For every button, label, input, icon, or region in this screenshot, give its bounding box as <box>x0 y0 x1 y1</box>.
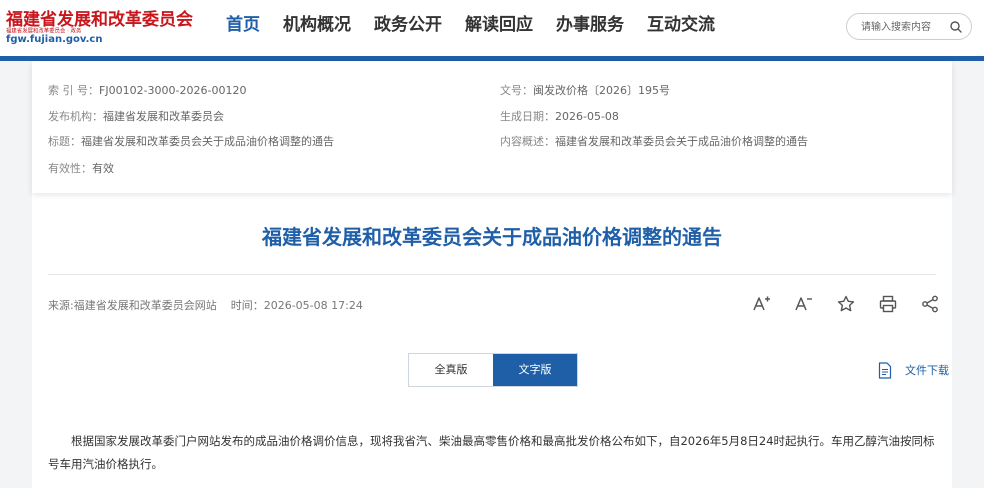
site-logo[interactable]: 福建省发展和改革委员会 福建省发展和改革委员会 · 政务 fgw.fujian.… <box>6 5 202 45</box>
search-icon[interactable] <box>949 20 963 34</box>
meta-index: 索 引 号：FJ00102-3000-2026-00120 <box>48 84 247 97</box>
time-label: 时间： <box>230 299 264 312</box>
publish-time: 2026-05-08 17:24 <box>263 299 363 312</box>
search-box <box>846 13 972 40</box>
font-increase-icon[interactable] <box>751 294 771 314</box>
meta-summary: 内容概述：福建省发展和改革委员会关于成品油价格调整的通告 <box>500 135 808 148</box>
share-icon[interactable] <box>920 294 940 314</box>
nav-interaction[interactable]: 互动交流 <box>647 12 715 38</box>
nav-public-affairs[interactable]: 政务公开 <box>374 12 442 38</box>
file-download-label: 文件下载 <box>905 364 949 377</box>
article-source: 来源:福建省发展和改革委员会网站 <box>48 299 217 312</box>
search-input[interactable] <box>861 20 945 34</box>
font-decrease-icon[interactable] <box>793 294 813 314</box>
main-nav: 首页 机构概况 政务公开 解读回应 办事服务 互动交流 <box>226 12 738 38</box>
logo-subtitle: 福建省发展和改革委员会 · 政务 <box>6 27 82 35</box>
logo-url: fgw.fujian.gov.cn <box>6 34 103 45</box>
site-header: 福建省发展和改革委员会 福建省发展和改革委员会 · 政务 fgw.fujian.… <box>0 0 984 56</box>
tab-full-version[interactable]: 全真版 <box>409 354 493 386</box>
file-download-link[interactable]: 文件下载 <box>878 360 949 380</box>
tab-text-version[interactable]: 文字版 <box>493 354 577 386</box>
article-title: 福建省发展和改革委员会关于成品油价格调整的通告 <box>262 225 722 249</box>
meta-date: 生成日期：2026-05-08 <box>500 110 619 123</box>
favorite-star-icon[interactable] <box>836 294 856 314</box>
article-body: 根据国家发展改革委门户网站发布的成品油价格调价信息，现将我省汽、柴油最高零售价格… <box>48 434 935 471</box>
nav-interpretation[interactable]: 解读回应 <box>465 12 533 38</box>
document-icon <box>878 361 892 379</box>
meta-docno: 文号：闽发改价格〔2026〕195号 <box>500 84 670 97</box>
nav-home[interactable]: 首页 <box>226 12 260 38</box>
nav-services[interactable]: 办事服务 <box>556 12 624 38</box>
meta-validity: 有效性：有效 <box>48 162 114 175</box>
version-tabs: 全真版 文字版 <box>408 353 578 387</box>
article-content: 索 引 号：FJ00102-3000-2026-00120 文号：闽发改价格〔2… <box>32 61 952 488</box>
title-divider <box>48 274 936 275</box>
article-source-line: 来源:福建省发展和改革委员会网站 时间：2026-05-08 17:24 <box>48 297 363 313</box>
meta-org: 发布机构：福建省发展和改革委员会 <box>48 110 224 123</box>
metadata-panel: 索 引 号：FJ00102-3000-2026-00120 文号：闽发改价格〔2… <box>32 61 952 193</box>
nav-about[interactable]: 机构概况 <box>283 12 351 38</box>
print-icon[interactable] <box>878 294 898 314</box>
meta-title: 标题：福建省发展和改革委员会关于成品油价格调整的通告 <box>48 135 334 148</box>
